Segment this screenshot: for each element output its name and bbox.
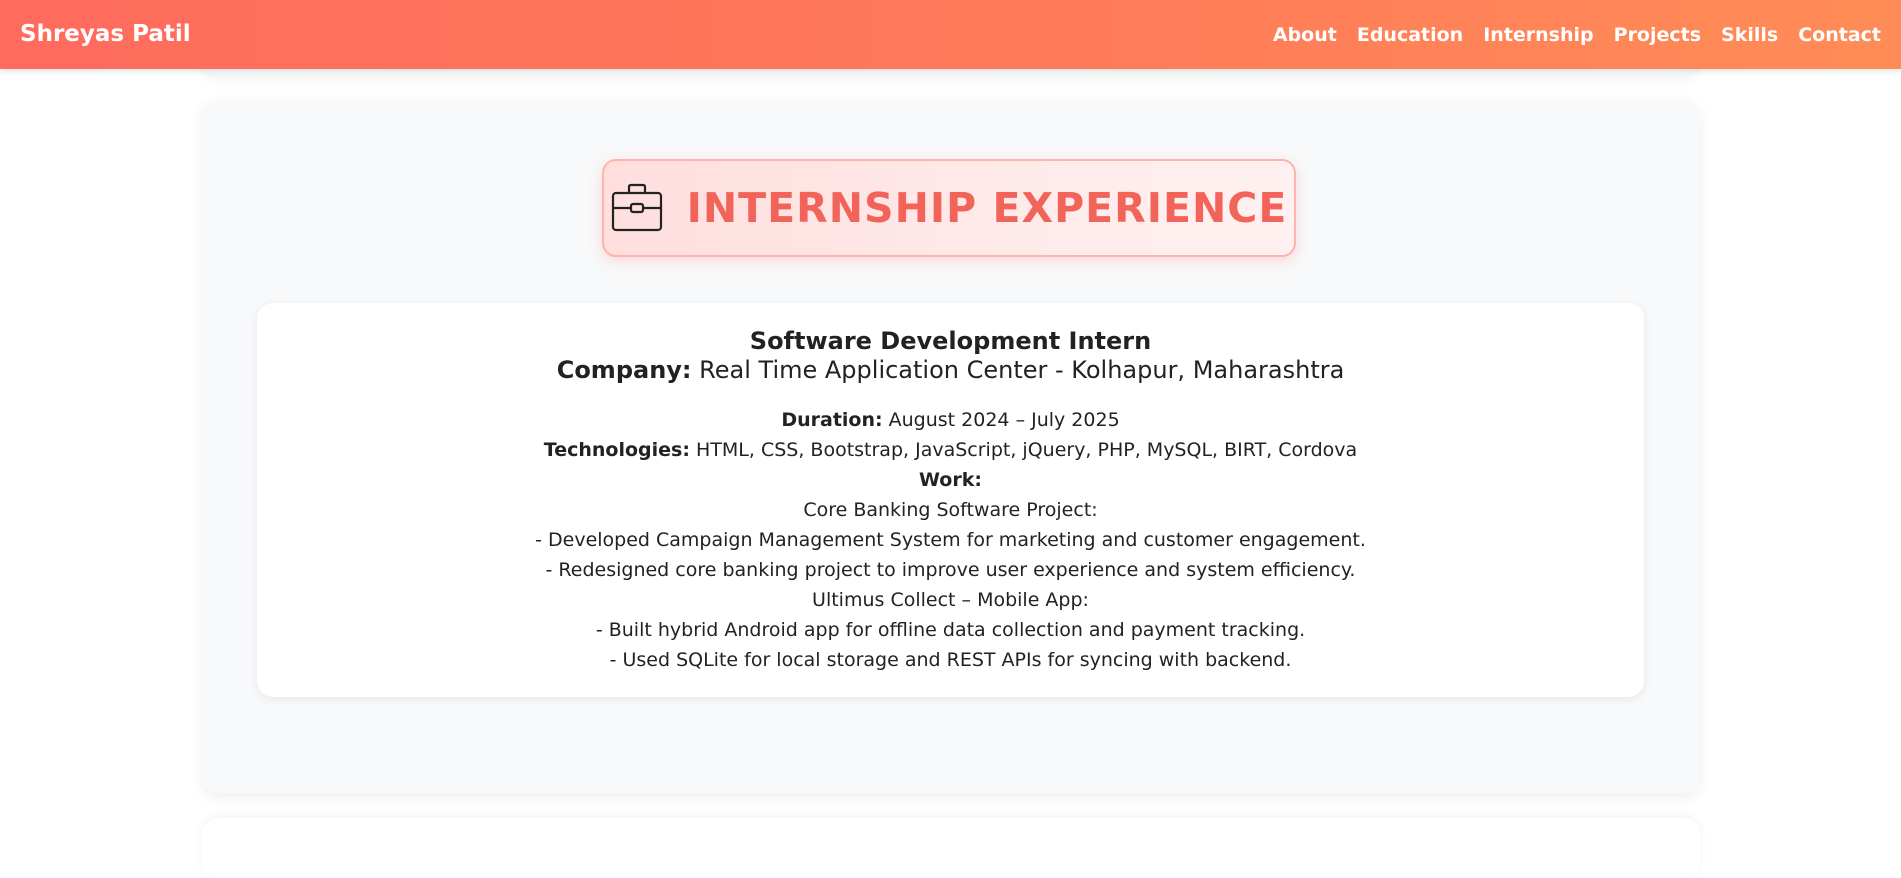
section-heading: INTERNSHIP EXPERIENCE	[602, 159, 1296, 257]
nav-link-internship[interactable]: Internship	[1483, 24, 1593, 46]
nav-link-about[interactable]: About	[1273, 24, 1337, 46]
work-item: - Used SQLite for local storage and REST…	[609, 649, 1292, 671]
nav-link-contact[interactable]: Contact	[1798, 24, 1881, 46]
duration-line: Duration: August 2024 – July 2025	[257, 405, 1644, 435]
company-line: Company: Real Time Application Center - …	[257, 356, 1644, 384]
work-item: Core Banking Software Project:	[803, 499, 1098, 521]
technologies-line: Technologies: HTML, CSS, Bootstrap, Java…	[257, 435, 1644, 465]
work-item: - Built hybrid Android app for offline d…	[595, 619, 1306, 641]
duration-value: August 2024 – July 2025	[888, 409, 1120, 431]
next-section-card	[202, 818, 1700, 878]
internship-section: INTERNSHIP EXPERIENCE Software Developme…	[202, 100, 1700, 793]
work-label: Work:	[919, 469, 982, 491]
work-item: - Redesigned core banking project to imp…	[545, 559, 1356, 581]
job-role: Software Development Intern	[749, 327, 1152, 355]
internship-card: Software Development Intern Company: Rea…	[257, 303, 1644, 697]
work-item: Ultimus Collect – Mobile App:	[812, 589, 1089, 611]
section-title: INTERNSHIP EXPERIENCE	[686, 184, 1288, 232]
technologies-value: HTML, CSS, Bootstrap, JavaScript, jQuery…	[696, 439, 1358, 461]
nav-link-skills[interactable]: Skills	[1721, 24, 1778, 46]
nav-link-education[interactable]: Education	[1357, 24, 1463, 46]
navbar: Shreyas Patil About Education Internship…	[0, 0, 1901, 69]
technologies-label: Technologies:	[543, 439, 690, 461]
briefcase-icon	[611, 183, 662, 232]
company-name: Real Time Application Center - Kolhapur,…	[699, 356, 1345, 384]
company-label: Company:	[556, 356, 692, 384]
internship-details: Duration: August 2024 – July 2025 Techno…	[257, 405, 1644, 675]
nav-links: About Education Internship Projects Skil…	[1273, 0, 1881, 69]
nav-link-projects[interactable]: Projects	[1614, 24, 1701, 46]
duration-label: Duration:	[781, 409, 883, 431]
work-item: - Developed Campaign Management System f…	[535, 529, 1366, 551]
brand-logo[interactable]: Shreyas Patil	[20, 0, 191, 69]
